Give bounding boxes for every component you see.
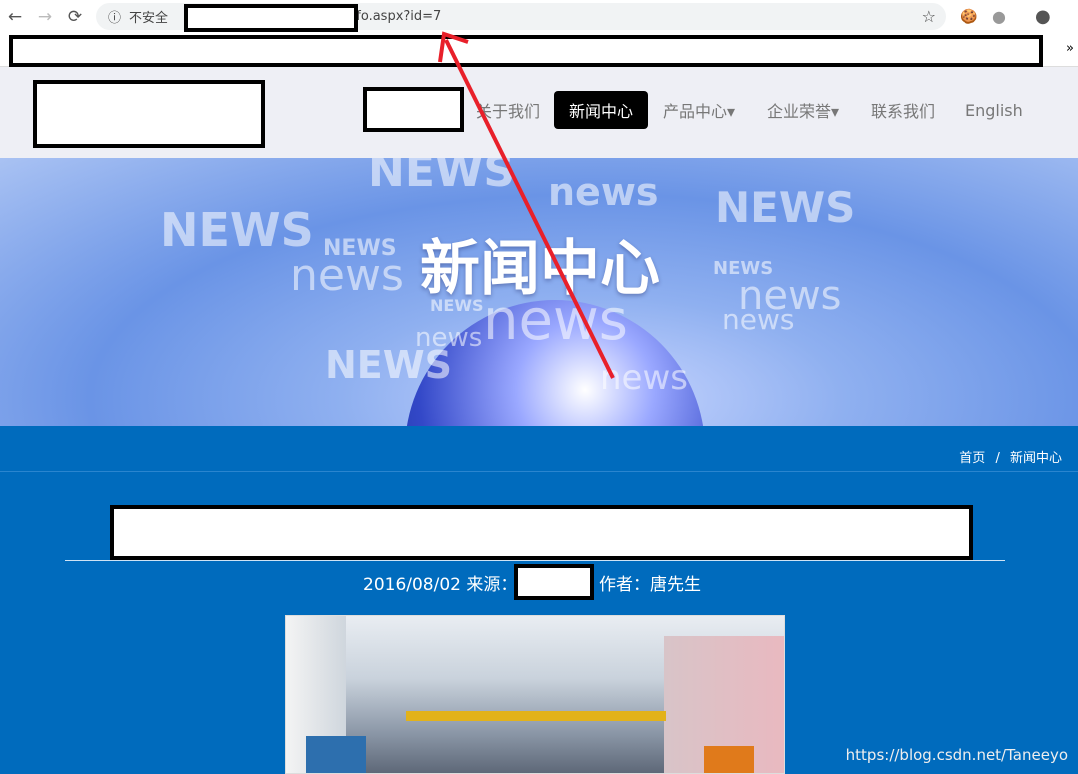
annotation-arrow (438, 31, 615, 379)
watermark: https://blog.csdn.net/Taneeyo (845, 746, 1068, 764)
